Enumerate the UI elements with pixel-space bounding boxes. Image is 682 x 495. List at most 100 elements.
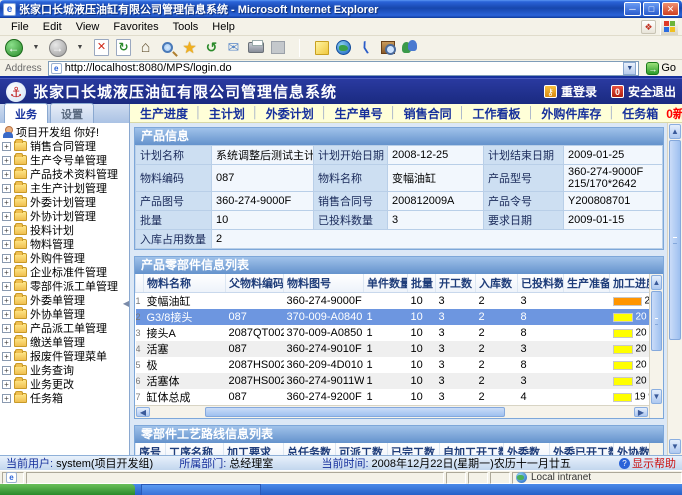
- nav-item-0[interactable]: 生产进度: [140, 105, 188, 122]
- sidebar-item-18[interactable]: +任务箱: [2, 391, 129, 405]
- expand-icon[interactable]: +: [2, 282, 11, 291]
- parts-row-G3/8接头[interactable]: 2G3/8接头087370-009-A084011032820 %: [136, 309, 650, 325]
- parts-row-活塞[interactable]: 4活塞087360-274-9010F11032320 %: [136, 341, 650, 357]
- sidebar-item-11[interactable]: +外委单管理: [2, 293, 129, 307]
- sidebar-item-10[interactable]: +零部件派工单管理: [2, 279, 129, 293]
- edit-quill-icon[interactable]: ⟨: [360, 38, 371, 56]
- parts-col-header[interactable]: 开工数: [436, 274, 476, 293]
- sidebar-collapse-handle[interactable]: ◀: [123, 299, 129, 308]
- nav-item-4[interactable]: 销售合同: [404, 105, 452, 122]
- menu-item-favorites[interactable]: Favorites: [106, 20, 165, 34]
- forward-dropdown-icon[interactable]: ▼: [77, 44, 83, 51]
- main-vscrollbar[interactable]: ▲ ▼: [667, 123, 682, 455]
- parts-col-header[interactable]: 单件数量: [364, 274, 408, 293]
- menu-item-help[interactable]: Help: [205, 20, 242, 34]
- expand-icon[interactable]: +: [2, 184, 11, 193]
- sidebar-item-15[interactable]: +报废件管理菜单: [2, 349, 129, 363]
- sidebar-item-5[interactable]: +外协计划管理: [2, 209, 129, 223]
- close-button[interactable]: ✕: [662, 2, 679, 16]
- scroll-up-icon[interactable]: ▲: [651, 275, 662, 290]
- maximize-button[interactable]: □: [643, 2, 660, 16]
- sidebar-item-0[interactable]: +销售合同管理: [2, 139, 129, 153]
- go-button[interactable]: → Go: [642, 62, 680, 75]
- start-button[interactable]: [0, 484, 135, 495]
- routing-col-header[interactable]: 可派工数: [336, 443, 388, 455]
- expand-icon[interactable]: +: [2, 226, 11, 235]
- routing-col-header[interactable]: 外协数: [614, 443, 650, 455]
- logout-button[interactable]: 0 安全退出: [611, 83, 676, 100]
- routing-col-header[interactable]: 外委数: [504, 443, 550, 455]
- parts-row-活塞体[interactable]: 6活塞体2087HS002360-274-9011W11032320 %: [136, 373, 650, 389]
- menu-item-view[interactable]: View: [69, 20, 107, 34]
- parts-row-缸体总成[interactable]: 7缸体总成087360-274-9200F11032419 %: [136, 389, 650, 405]
- sidebar-item-12[interactable]: +外协单管理: [2, 307, 129, 321]
- forward-icon[interactable]: →: [49, 39, 67, 57]
- taskbar-window-button[interactable]: [141, 484, 261, 495]
- routing-col-header[interactable]: 总任务数: [284, 443, 336, 455]
- nav-item-1[interactable]: 主计划: [209, 105, 245, 122]
- expand-icon[interactable]: +: [2, 338, 11, 347]
- routing-col-header[interactable]: 加工要求: [224, 443, 284, 455]
- main-vscroll-thumb[interactable]: [669, 140, 681, 340]
- parts-row-变幅油缸[interactable]: 1变幅油缸360-274-9000F1032329 %: [136, 293, 650, 310]
- parts-col-header[interactable]: 物料图号: [284, 274, 364, 293]
- expand-icon[interactable]: +: [2, 212, 11, 221]
- parts-col-header[interactable]: 物料名称: [144, 274, 226, 293]
- expand-icon[interactable]: +: [2, 170, 11, 179]
- refresh-icon[interactable]: ↻: [116, 39, 131, 56]
- address-input[interactable]: e http://localhost:8080/MPS/login.do ▼: [48, 61, 640, 76]
- parts-hscrollbar[interactable]: ◀ ▶: [135, 405, 649, 418]
- parts-vscrollbar[interactable]: ▲ ▼: [649, 274, 663, 418]
- routing-col-header[interactable]: 序号: [136, 443, 166, 455]
- parts-col-header[interactable]: 入库数: [476, 274, 518, 293]
- parts-col-header[interactable]: 批量: [408, 274, 436, 293]
- parts-col-header[interactable]: 已投料数: [518, 274, 564, 293]
- menu-item-file[interactable]: File: [4, 20, 36, 34]
- expand-icon[interactable]: +: [2, 142, 11, 151]
- sidebar-item-2[interactable]: +产品技术资料管理: [2, 167, 129, 181]
- expand-icon[interactable]: +: [2, 254, 11, 263]
- sidebar-item-13[interactable]: +产品派工单管理: [2, 321, 129, 335]
- menu-item-tools[interactable]: Tools: [166, 20, 206, 34]
- expand-icon[interactable]: +: [2, 380, 11, 389]
- research-icon[interactable]: [381, 41, 395, 54]
- menu-item-edit[interactable]: Edit: [36, 20, 69, 34]
- nav-item-3[interactable]: 生产单号: [335, 105, 383, 122]
- nav-item-5[interactable]: 工作看板: [472, 105, 520, 122]
- home-icon[interactable]: ⌂: [141, 39, 151, 57]
- scroll-left-icon[interactable]: ◀: [136, 407, 150, 417]
- parts-col-header[interactable]: [136, 274, 144, 293]
- sidebar-item-4[interactable]: +外委计划管理: [2, 195, 129, 209]
- scroll-down-icon[interactable]: ▼: [669, 439, 681, 454]
- edit-page-icon[interactable]: [271, 41, 285, 54]
- nav-item-7[interactable]: 任务箱: [622, 105, 658, 122]
- parts-col-header[interactable]: 生产准备: [564, 274, 610, 293]
- stop-icon[interactable]: ✕: [94, 39, 109, 56]
- routing-col-header[interactable]: 自加工开工数: [440, 443, 504, 455]
- history-icon[interactable]: ↺: [206, 39, 218, 56]
- note-icon[interactable]: [315, 41, 329, 55]
- tab-settings[interactable]: 设置: [50, 103, 94, 123]
- scroll-down-icon[interactable]: ▼: [651, 389, 662, 404]
- back-icon[interactable]: ←: [5, 39, 23, 57]
- sidebar-item-17[interactable]: +业务更改: [2, 377, 129, 391]
- expand-icon[interactable]: +: [2, 240, 11, 249]
- routing-col-header[interactable]: 工序名称: [166, 443, 224, 455]
- nav-item-2[interactable]: 外委计划: [266, 105, 314, 122]
- parts-row-极[interactable]: 5极2087HS002360-209-4D01011032820 %: [136, 357, 650, 373]
- parts-col-header[interactable]: 父物料编码: [226, 274, 284, 293]
- expand-icon[interactable]: +: [2, 156, 11, 165]
- relogin-button[interactable]: ⚷ 重登录: [544, 83, 597, 100]
- sidebar-item-14[interactable]: +缴送单管理: [2, 335, 129, 349]
- sidebar-item-9[interactable]: +企业标准件管理: [2, 265, 129, 279]
- expand-icon[interactable]: +: [2, 394, 11, 403]
- sidebar-item-16[interactable]: +业务查询: [2, 363, 129, 377]
- parts-row-接头A[interactable]: 3接头A2087QT002370-009-A085011032820 %: [136, 325, 650, 341]
- expand-icon[interactable]: +: [2, 324, 11, 333]
- parts-col-header[interactable]: 加工进度: [610, 274, 650, 293]
- sidebar-item-1[interactable]: +生产令号单管理: [2, 153, 129, 167]
- expand-icon[interactable]: +: [2, 268, 11, 277]
- tab-business[interactable]: 业务: [4, 103, 48, 123]
- expand-icon[interactable]: +: [2, 198, 11, 207]
- routing-col-header[interactable]: 已完工数: [388, 443, 440, 455]
